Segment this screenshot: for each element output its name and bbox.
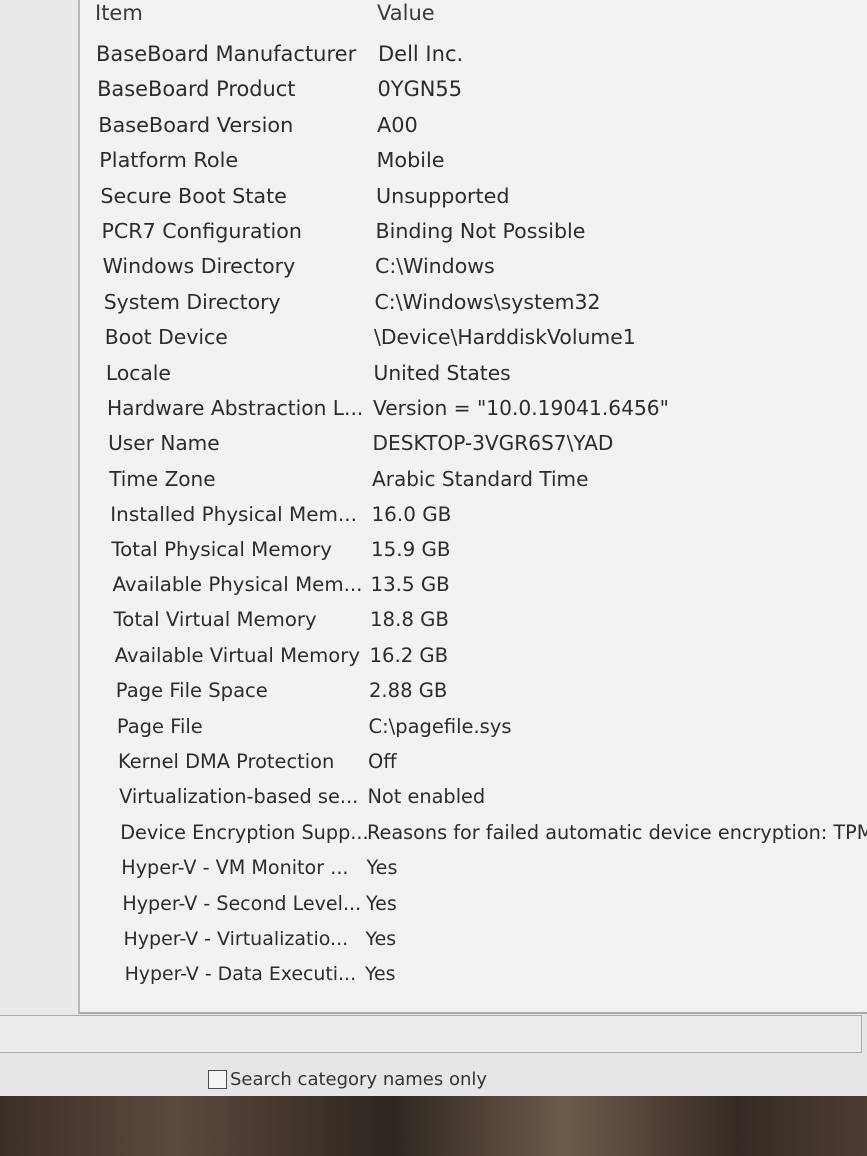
row-value: Arabic Standard Time bbox=[372, 466, 589, 491]
row-item-label: Hyper-V - Virtualizatio... bbox=[123, 928, 349, 950]
table-row[interactable]: Boot Device \Device\HarddiskVolume1 bbox=[80, 320, 867, 354]
row-item-label: Locale bbox=[105, 360, 171, 385]
table-row[interactable]: Kernel DMA Protection Off bbox=[80, 745, 867, 779]
row-item-label: Device Encryption Supp... bbox=[120, 820, 369, 844]
row-item-label: Time Zone bbox=[109, 466, 216, 491]
table-row[interactable]: BaseBoard Manufacturer Dell Inc. bbox=[80, 37, 867, 71]
row-value: DESKTOP-3VGR6S7\YAD bbox=[372, 431, 614, 456]
row-item-label: Secure Boot State bbox=[100, 183, 287, 208]
row-item-label: Windows Directory bbox=[102, 254, 296, 279]
row-value: 16.0 GB bbox=[371, 502, 452, 527]
row-item-label: Hardware Abstraction L... bbox=[107, 396, 364, 420]
table-row[interactable]: Available Physical Mem... 13.5 GB bbox=[80, 568, 867, 602]
table-row[interactable]: System Directory C:\Windows\system32 bbox=[80, 285, 867, 319]
desk-background bbox=[0, 1096, 867, 1156]
row-item-label: Hyper-V - Data Executi... bbox=[124, 963, 357, 986]
row-item-label: Page File bbox=[116, 714, 203, 738]
table-row[interactable]: BaseBoard Product 0YGN55 bbox=[80, 72, 867, 106]
row-value: C:\pagefile.sys bbox=[368, 714, 512, 738]
table-row[interactable]: Total Physical Memory 15.9 GB bbox=[80, 533, 867, 567]
find-what-input[interactable] bbox=[0, 1015, 862, 1053]
row-value: \Device\HarddiskVolume1 bbox=[374, 325, 636, 350]
row-item-label: PCR7 Configuration bbox=[101, 219, 302, 243]
row-value: Yes bbox=[365, 963, 396, 986]
row-value: Dell Inc. bbox=[378, 42, 464, 66]
row-value: 2.88 GB bbox=[369, 679, 448, 703]
row-item-label: BaseBoard Product bbox=[97, 77, 296, 102]
column-header-value[interactable]: Value bbox=[377, 0, 435, 30]
row-item-label: Total Physical Memory bbox=[111, 537, 332, 561]
search-category-names-option[interactable]: Search category names only bbox=[208, 1066, 487, 1092]
column-header-item[interactable]: Item bbox=[95, 0, 143, 30]
row-item-label: Boot Device bbox=[104, 325, 228, 350]
table-row[interactable]: BaseBoard Version A00 bbox=[80, 108, 867, 142]
row-item-label: Platform Role bbox=[99, 148, 239, 173]
row-value: Mobile bbox=[376, 148, 445, 173]
row-value: Yes bbox=[366, 892, 397, 915]
row-item-label: Hyper-V - Second Level... bbox=[122, 892, 362, 915]
table-row[interactable]: Page File C:\pagefile.sys bbox=[80, 710, 867, 744]
row-item-label: System Directory bbox=[103, 289, 281, 314]
row-item-label: Page File Space bbox=[115, 679, 268, 703]
row-item-label: Kernel DMA Protection bbox=[118, 750, 335, 773]
find-panel: Search category names only bbox=[0, 1014, 867, 1096]
table-row[interactable]: Windows Directory C:\Windows bbox=[80, 249, 867, 283]
row-item-label: Virtualization-based se... bbox=[119, 785, 359, 809]
row-value: 16.2 GB bbox=[369, 643, 449, 667]
row-value: United States bbox=[373, 360, 511, 385]
table-row[interactable]: User Name DESKTOP-3VGR6S7\YAD bbox=[80, 426, 867, 460]
table-row[interactable]: Hyper-V - Second Level... Yes bbox=[80, 887, 867, 921]
table-row[interactable]: Secure Boot State Unsupported bbox=[80, 179, 867, 213]
table-row[interactable]: Virtualization-based se... Not enabled bbox=[80, 780, 867, 814]
table-row[interactable]: Time Zone Arabic Standard Time bbox=[80, 462, 867, 496]
row-value: A00 bbox=[377, 112, 418, 137]
table-row[interactable]: Hardware Abstraction L... Version = "10.0… bbox=[80, 391, 867, 425]
row-value: Off bbox=[368, 750, 397, 773]
search-category-checkbox[interactable] bbox=[208, 1069, 227, 1089]
table-row[interactable]: Hyper-V - VM Monitor ... Yes bbox=[80, 851, 867, 885]
row-value: Not enabled bbox=[367, 785, 486, 809]
row-item-label: Total Virtual Memory bbox=[113, 608, 317, 632]
row-item-label: BaseBoard Version bbox=[98, 112, 294, 137]
row-value: 18.8 GB bbox=[370, 608, 449, 632]
system-summary-table: Item Value BaseBoard Manufacturer Dell In… bbox=[78, 0, 867, 1014]
row-value: Unsupported bbox=[376, 183, 510, 208]
row-value: C:\Windows\system32 bbox=[374, 289, 601, 314]
search-category-label: Search category names only bbox=[230, 1068, 488, 1090]
table-row[interactable]: Locale United States bbox=[80, 356, 867, 390]
table-row[interactable]: Platform Role Mobile bbox=[80, 143, 867, 177]
table-row[interactable]: Hyper-V - Virtualizatio... Yes bbox=[80, 922, 867, 956]
row-value: Reasons for failed automatic device encr… bbox=[367, 820, 867, 844]
table-row[interactable]: Hyper-V - Data Executi... Yes bbox=[80, 957, 867, 991]
row-value: 13.5 GB bbox=[370, 573, 450, 596]
row-item-label: BaseBoard Manufacturer bbox=[96, 42, 357, 66]
table-row[interactable]: Page File Space 2.88 GB bbox=[80, 674, 867, 708]
table-row[interactable]: PCR7 Configuration Binding Not Possible bbox=[80, 214, 867, 248]
row-item-label: Hyper-V - VM Monitor ... bbox=[121, 856, 349, 880]
table-header-row: Item Value bbox=[80, 0, 867, 30]
row-value: Version = "10.0.19041.6456" bbox=[373, 396, 669, 420]
row-value: Yes bbox=[366, 856, 398, 880]
row-value: C:\Windows bbox=[375, 254, 495, 279]
table-row[interactable]: Total Virtual Memory 18.8 GB bbox=[80, 603, 867, 637]
row-value: 15.9 GB bbox=[371, 537, 451, 561]
row-value: 0YGN55 bbox=[377, 77, 463, 102]
row-value: Binding Not Possible bbox=[375, 219, 586, 243]
row-item-label: Installed Physical Mem... bbox=[110, 502, 357, 527]
table-row[interactable]: Device Encryption Supp... Reasons for fai… bbox=[80, 816, 867, 850]
system-information-window: Item Value BaseBoard Manufacturer Dell In… bbox=[0, 0, 867, 1096]
row-item-label: User Name bbox=[108, 431, 220, 456]
row-item-label: Available Physical Mem... bbox=[112, 573, 363, 596]
row-item-label: Available Virtual Memory bbox=[114, 643, 360, 667]
row-value: Yes bbox=[365, 928, 397, 950]
table-row[interactable]: Available Virtual Memory 16.2 GB bbox=[80, 639, 867, 673]
table-row[interactable]: Installed Physical Mem... 16.0 GB bbox=[80, 497, 867, 531]
